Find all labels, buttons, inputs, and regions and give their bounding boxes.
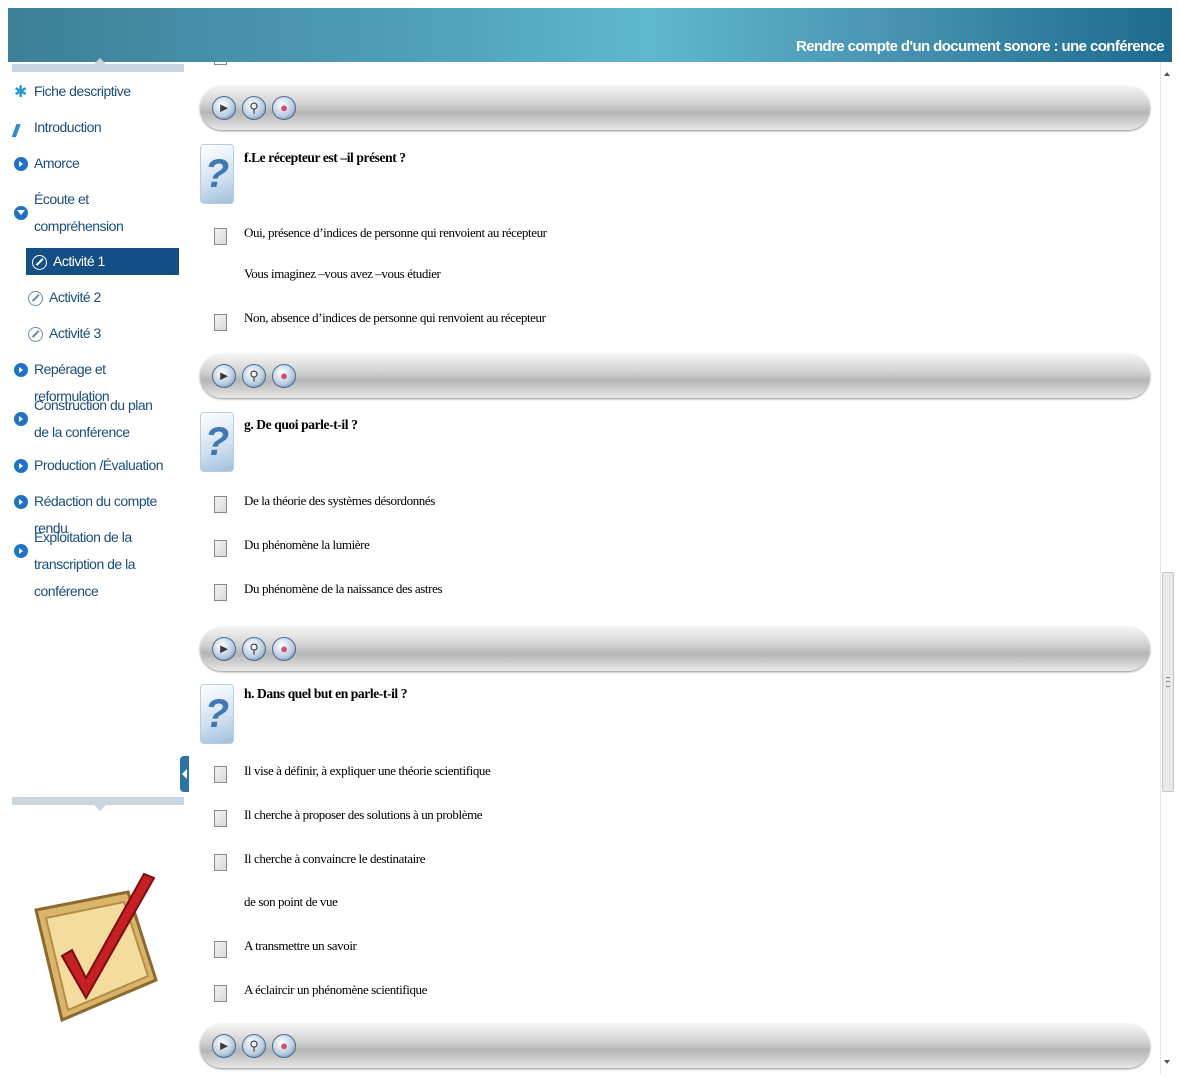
arrow-circle-icon xyxy=(14,363,28,377)
help-button-icon[interactable]: ⚲ xyxy=(242,1034,266,1058)
answer-checkbox[interactable] xyxy=(214,854,227,871)
question-text: g. De quoi parle-t-il ? xyxy=(244,417,358,432)
answer-checkbox[interactable] xyxy=(214,584,227,601)
answer-checkbox[interactable] xyxy=(214,985,227,1002)
arrow-circle-icon xyxy=(14,495,28,509)
question-text: f.Le récepteur est –il présent ? xyxy=(244,150,406,165)
answer-label: De la théorie des systèmes désordonnés xyxy=(244,493,435,508)
arrow-circle-icon xyxy=(14,544,28,558)
sidebar-scroll-down[interactable] xyxy=(12,797,184,811)
answer-label: de son point de vue xyxy=(244,894,338,909)
content-scrollbar[interactable] xyxy=(1160,62,1174,1074)
help-button-icon[interactable]: ⚲ xyxy=(242,637,266,661)
sidebar-item-construction[interactable]: Construction du plan de la conférence xyxy=(8,392,182,446)
checkbox[interactable] xyxy=(214,62,227,65)
bolt-icon xyxy=(14,121,28,135)
play-button-icon[interactable]: ► xyxy=(212,637,236,661)
arrow-circle-icon xyxy=(14,412,28,426)
sidebar-item-label: Amorce xyxy=(34,155,80,171)
question-toolbar: ► ⚲ ● xyxy=(200,86,1150,130)
sidebar-item-activite-2[interactable]: Activité 2 xyxy=(22,284,182,311)
page-title: Rendre compte d'un document sonore : une… xyxy=(795,38,1165,55)
question-toolbar: ► ⚲ ● xyxy=(200,1024,1150,1068)
sidebar-scroll-up[interactable] xyxy=(12,58,184,72)
sidebar-item-label: Production /Évaluation xyxy=(34,457,164,473)
answer-checkbox[interactable] xyxy=(214,496,227,513)
sidebar-collapse-button[interactable] xyxy=(180,756,189,792)
question-text: h. Dans quel but en parle-t-il ? xyxy=(244,686,408,701)
sidebar-item-label: Activité 3 xyxy=(49,325,101,341)
sidebar-item-exploitation[interactable]: Exploitation de la transcription de la c… xyxy=(8,524,182,605)
answer-checkbox[interactable] xyxy=(214,540,227,557)
answer-label: Vous imaginez –vous avez –vous étudier xyxy=(244,266,441,281)
sidebar-item-activite-3[interactable]: Activité 3 xyxy=(22,320,182,347)
answer-checkbox[interactable] xyxy=(214,810,227,827)
star-icon xyxy=(14,85,28,99)
sidebar-item-label: Activité 2 xyxy=(49,289,101,305)
sidebar-item-label: Exploitation de la transcription de la c… xyxy=(34,529,136,599)
question-toolbar: ► ⚲ ● xyxy=(200,627,1150,671)
question-icon: ? xyxy=(200,684,234,744)
chevron-down-circle-icon xyxy=(14,206,28,220)
answer-label: Du phénomène de la naissance des astres xyxy=(244,581,443,596)
play-button-icon[interactable]: ► xyxy=(212,364,236,388)
answer-checkbox[interactable] xyxy=(214,228,227,245)
sidebar-item-label: Introduction xyxy=(34,119,102,135)
activity-icon xyxy=(28,291,43,306)
app-header: Rendre compte d'un document sonore : une… xyxy=(8,8,1172,62)
question-icon: ? xyxy=(200,412,234,472)
arrow-circle-icon xyxy=(14,459,28,473)
help-button-icon[interactable]: ⚲ xyxy=(242,364,266,388)
checkmark-logo-icon xyxy=(34,872,158,1023)
activity-icon xyxy=(32,255,47,270)
answer-checkbox[interactable] xyxy=(214,941,227,958)
answer-checkbox[interactable] xyxy=(214,314,227,331)
answer-label: Il cherche à convaincre le destinataire xyxy=(244,851,426,866)
activity-content: ► ⚲ ● ? f.Le récepteur est –il présent ?… xyxy=(190,62,1160,1074)
help-button-icon[interactable]: ⚲ xyxy=(242,96,266,120)
answer-label: Il cherche à proposer des solutions à un… xyxy=(244,807,483,822)
answer-label: A transmettre un savoir xyxy=(244,938,357,953)
eraser-button-icon[interactable]: ● xyxy=(272,637,296,661)
answer-label: Du phénomène la lumière xyxy=(244,537,370,552)
sidebar-item-activite-1[interactable]: Activité 1 xyxy=(26,248,179,275)
sidebar-item-label: Activité 1 xyxy=(53,253,105,269)
eraser-button-icon[interactable]: ● xyxy=(272,1034,296,1058)
answer-label: Oui, présence d’indices de personne qui … xyxy=(244,225,547,240)
scroll-down-arrow-icon[interactable] xyxy=(1164,1060,1170,1064)
scroll-up-arrow-icon[interactable] xyxy=(1164,72,1170,76)
sidebar-item-fiche-descriptive[interactable]: Fiche descriptive xyxy=(8,78,182,105)
eraser-button-icon[interactable]: ● xyxy=(272,96,296,120)
sidebar-item-amorce[interactable]: Amorce xyxy=(8,150,182,177)
scroll-thumb[interactable] xyxy=(1162,572,1174,792)
play-button-icon[interactable]: ► xyxy=(212,96,236,120)
question-icon: ? xyxy=(200,144,234,204)
sidebar-item-introduction[interactable]: Introduction xyxy=(8,114,182,141)
arrow-circle-icon xyxy=(14,157,28,171)
activity-icon xyxy=(28,327,43,342)
sidebar-item-label: Construction du plan de la conférence xyxy=(34,397,153,440)
sidebar-item-label: Fiche descriptive xyxy=(34,83,131,99)
answer-label: Il vise à définir, à expliquer une théor… xyxy=(244,763,491,778)
sidebar: Fiche descriptive Introduction Amorce Éc… xyxy=(8,58,184,1074)
answer-label: A éclaircir un phénomène scientifique xyxy=(244,982,428,997)
answer-checkbox[interactable] xyxy=(214,766,227,783)
sidebar-item-production[interactable]: Production /Évaluation xyxy=(8,452,182,479)
eraser-button-icon[interactable]: ● xyxy=(272,364,296,388)
question-toolbar: ► ⚲ ● xyxy=(200,354,1150,398)
answer-label: Non, absence d’indices de personne qui r… xyxy=(244,310,546,325)
play-button-icon[interactable]: ► xyxy=(212,1034,236,1058)
